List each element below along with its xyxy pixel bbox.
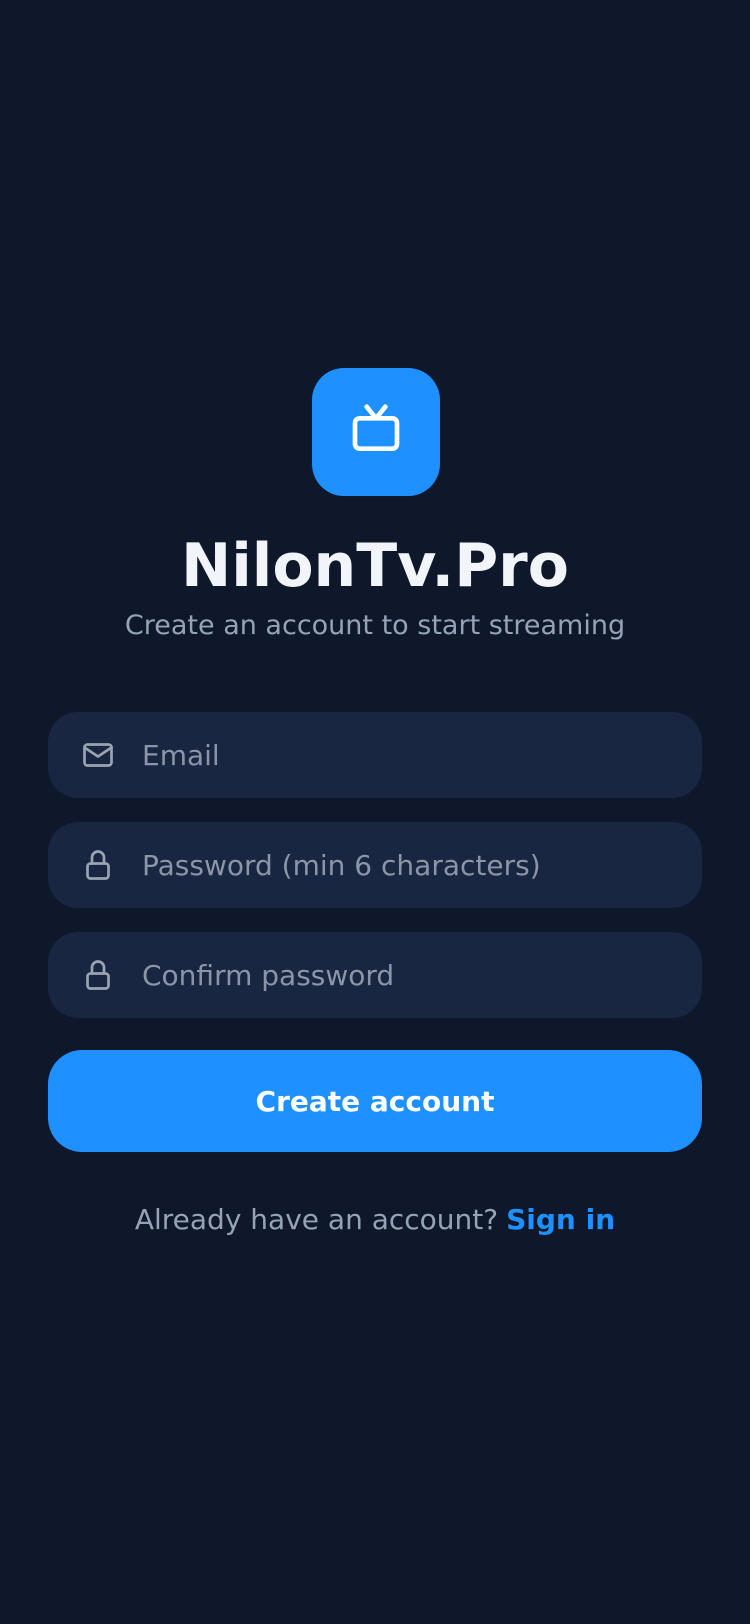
app-title: NilonTv.Pro [180,531,569,601]
confirm-password-field[interactable] [48,932,702,1018]
page-subtitle: Create an account to start streaming [124,610,626,641]
sign-in-link[interactable]: Sign in [506,1203,615,1236]
password-field[interactable] [48,822,702,908]
email-field[interactable] [48,712,702,798]
lock-icon [78,845,118,885]
tv-icon [348,402,404,462]
email-input[interactable] [140,737,678,773]
password-input[interactable] [140,847,678,883]
mail-icon [78,735,118,775]
app-logo [312,368,440,496]
sign-in-prompt: Already have an account? Sign in [0,1198,750,1242]
lock-icon [78,955,118,995]
confirm-password-input[interactable] [140,957,678,993]
create-account-button[interactable]: Create account [48,1050,702,1152]
sign-in-prompt-text: Already have an account? [134,1203,499,1236]
